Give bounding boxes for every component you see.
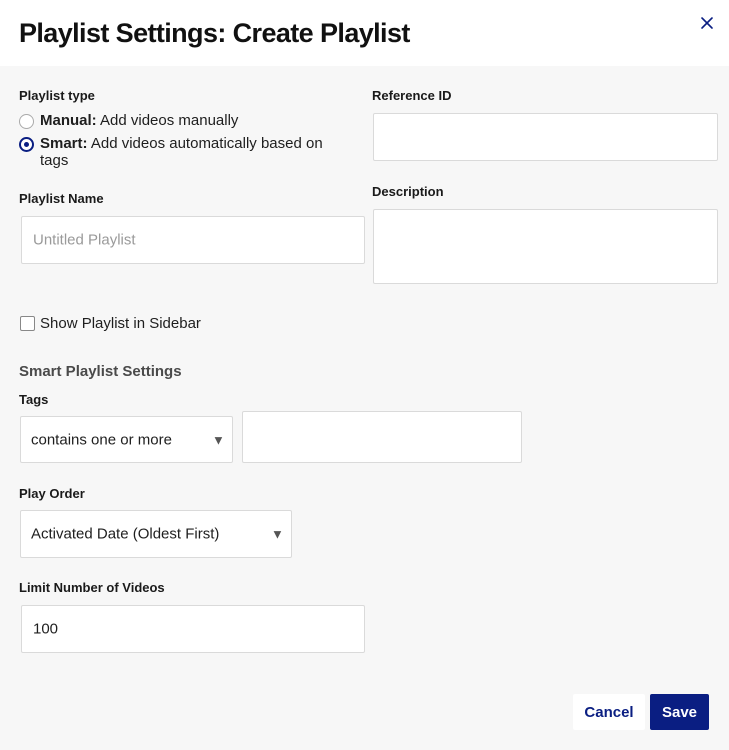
radio-manual-indicator[interactable] (19, 114, 34, 129)
reference-id-input[interactable] (373, 113, 718, 161)
radio-smart-title: Smart: (40, 135, 88, 152)
smart-settings-heading: Smart Playlist Settings (19, 363, 182, 380)
cancel-button[interactable]: Cancel (573, 694, 645, 730)
play-order-label: Play Order (19, 486, 85, 501)
caret-down-icon: ▼ (212, 432, 225, 447)
playlist-name-label: Playlist Name (19, 191, 104, 206)
description-label: Description (372, 184, 444, 199)
radio-manual-desc: Add videos manually (100, 112, 239, 129)
save-button[interactable]: Save (650, 694, 709, 730)
radio-smart-indicator[interactable] (19, 137, 34, 152)
reference-id-label: Reference ID (372, 88, 452, 103)
radio-manual-title: Manual: (40, 112, 97, 129)
tags-input[interactable] (242, 411, 522, 463)
limit-videos-input[interactable]: 100 (21, 605, 365, 653)
tags-label: Tags (19, 392, 49, 407)
show-sidebar-label[interactable]: Show Playlist in Sidebar (40, 315, 201, 332)
radio-manual[interactable]: Manual: Add videos manually (19, 112, 340, 129)
limit-videos-label: Limit Number of Videos (19, 580, 165, 595)
play-order-value: Activated Date (Oldest First) (31, 525, 220, 543)
tags-operator-value: contains one or more (31, 431, 172, 448)
playlist-name-input[interactable]: Untitled Playlist (21, 216, 365, 264)
radio-smart[interactable]: Smart: Add videos automatically based on… (19, 135, 340, 169)
description-textarea[interactable] (373, 209, 718, 284)
limit-videos-value: 100 (33, 620, 59, 638)
dialog-header: Playlist Settings: Create Playlist (0, 0, 729, 66)
playlist-name-placeholder: Untitled Playlist (33, 231, 136, 249)
show-sidebar-checkbox[interactable] (20, 316, 35, 331)
playlist-type-label: Playlist type (19, 88, 95, 103)
close-icon[interactable] (698, 14, 716, 32)
tags-operator-select[interactable]: contains one or more ▼ (20, 416, 233, 463)
play-order-select[interactable]: Activated Date (Oldest First) ▼ (20, 510, 292, 558)
dialog-title: Playlist Settings: Create Playlist (19, 18, 410, 48)
caret-down-icon: ▼ (271, 526, 284, 542)
